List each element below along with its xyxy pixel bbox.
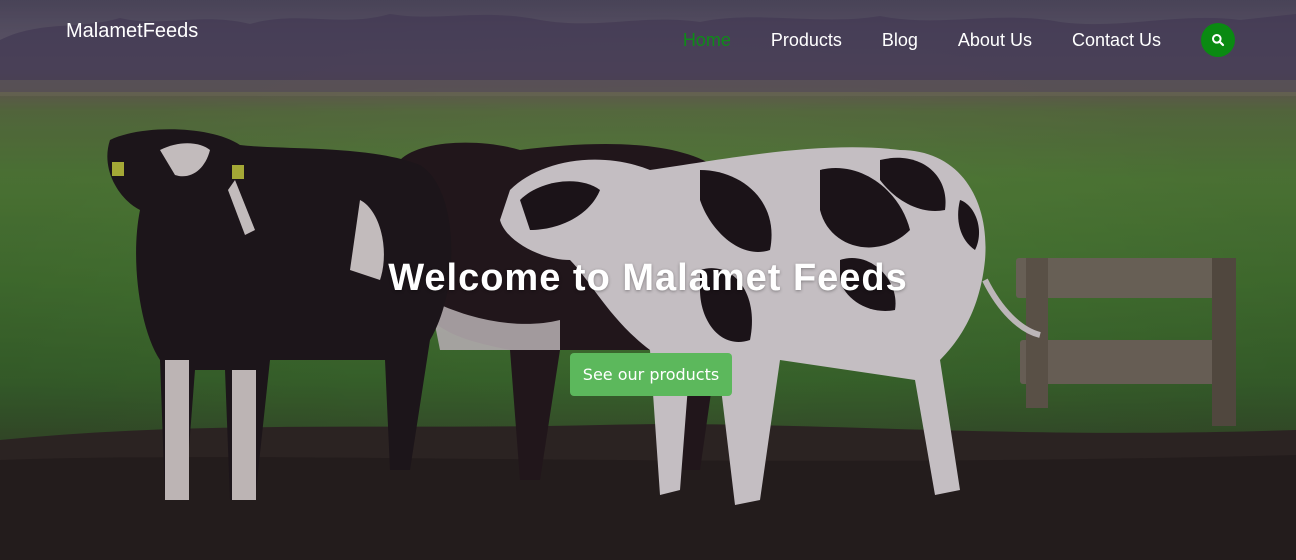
brand-logo[interactable]: MalametFeeds bbox=[66, 18, 198, 44]
search-button[interactable] bbox=[1201, 23, 1235, 57]
nav-link-products[interactable]: Products bbox=[751, 28, 862, 52]
nav-item-contact-us: Contact Us bbox=[1052, 28, 1181, 52]
nav-menu: Home Products Blog About Us Contact Us bbox=[663, 28, 1181, 52]
nav-link-blog[interactable]: Blog bbox=[862, 28, 938, 52]
nav-item-home: Home bbox=[663, 28, 751, 52]
nav-link-about-us[interactable]: About Us bbox=[938, 28, 1052, 52]
nav-link-home[interactable]: Home bbox=[663, 28, 751, 52]
hero-section: MalametFeeds Home Products Blog About Us… bbox=[0, 0, 1296, 560]
navbar: MalametFeeds Home Products Blog About Us… bbox=[0, 0, 1296, 80]
nav-item-blog: Blog bbox=[862, 28, 938, 52]
nav-item-about-us: About Us bbox=[938, 28, 1052, 52]
see-products-button[interactable]: See our products bbox=[570, 353, 732, 396]
search-icon bbox=[1212, 34, 1225, 47]
nav-link-contact-us[interactable]: Contact Us bbox=[1052, 28, 1181, 52]
nav-item-products: Products bbox=[751, 28, 862, 52]
hero-headline: Welcome to Malamet Feeds bbox=[388, 257, 908, 299]
